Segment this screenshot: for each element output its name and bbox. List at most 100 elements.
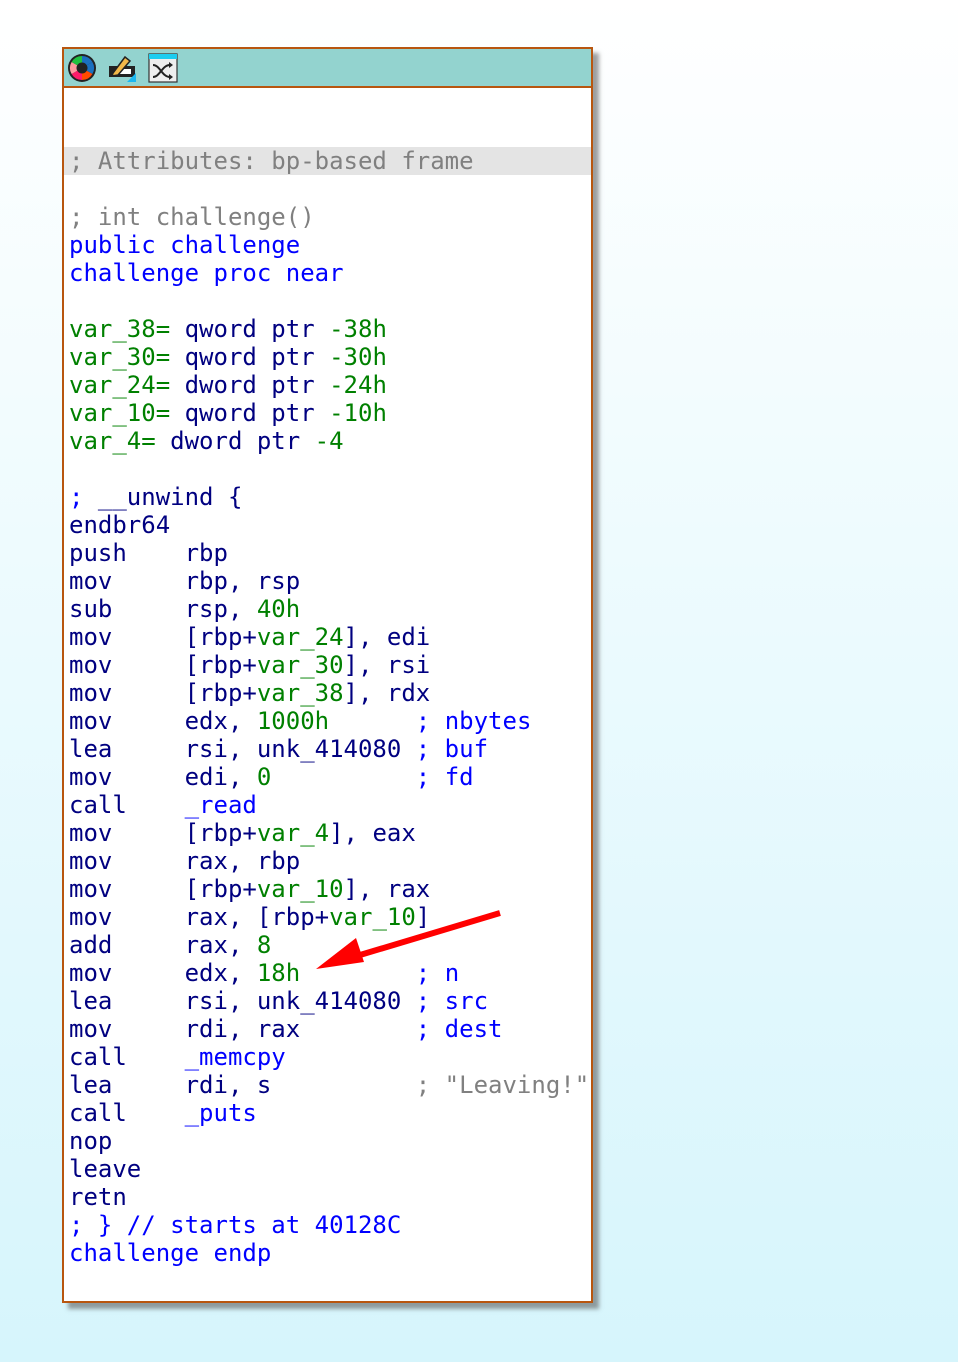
code-line[interactable]: call _puts xyxy=(64,1099,591,1127)
code-token: ; dest xyxy=(415,1015,503,1043)
code-line[interactable] xyxy=(64,119,591,147)
code-token: lea rsi, unk_414080 xyxy=(69,987,416,1015)
code-token: add rax, xyxy=(69,931,257,959)
code-token: 8 xyxy=(256,931,272,959)
code-token: -10h xyxy=(329,399,387,427)
code-line[interactable] xyxy=(64,455,591,483)
code-token: var_10 xyxy=(256,875,344,903)
code-token: mov rax, [rbp+ xyxy=(69,903,330,931)
code-token: ], rdx xyxy=(343,679,431,707)
code-line[interactable]: endbr64 xyxy=(64,511,591,539)
code-token: var_10= xyxy=(69,399,171,427)
code-token: dword ptr xyxy=(170,371,330,399)
code-token: mov [rbp+ xyxy=(69,679,257,707)
code-token: lea rdi, s xyxy=(69,1071,416,1099)
graph-node-challenge[interactable]: ; Attributes: bp-based frame ; int challe… xyxy=(62,47,593,1303)
code-token: push rbp xyxy=(69,539,228,567)
code-token: mov [rbp+ xyxy=(69,651,257,679)
code-line[interactable]: push rbp xyxy=(64,539,591,567)
code-token: ; int challenge() xyxy=(69,203,315,231)
disassembly-listing[interactable]: ; Attributes: bp-based frame ; int challe… xyxy=(64,91,591,1267)
code-token: 40h xyxy=(256,595,301,623)
code-token: mov [rbp+ xyxy=(69,875,257,903)
code-token: var_24= xyxy=(69,371,171,399)
code-line[interactable]: mov [rbp+var_38], rdx xyxy=(64,679,591,707)
code-line[interactable]: var_30= qword ptr -30h xyxy=(64,343,591,371)
code-line[interactable]: mov [rbp+var_10], rax xyxy=(64,875,591,903)
code-token: -38h xyxy=(329,315,387,343)
code-token: -4 xyxy=(314,427,344,455)
code-line[interactable]: var_24= dword ptr -24h xyxy=(64,371,591,399)
code-line[interactable]: var_4= dword ptr -4 xyxy=(64,427,591,455)
code-line[interactable]: mov rbp, rsp xyxy=(64,567,591,595)
code-line[interactable]: call _read xyxy=(64,791,591,819)
code-token: call xyxy=(69,1043,185,1071)
color-palette-icon[interactable] xyxy=(67,53,97,83)
code-token: ; nbytes xyxy=(415,707,532,735)
code-line[interactable]: public challenge xyxy=(64,231,591,259)
code-line[interactable]: var_10= qword ptr -10h xyxy=(64,399,591,427)
code-line[interactable]: mov [rbp+var_30], rsi xyxy=(64,651,591,679)
code-line[interactable]: lea rdi, s ; "Leaving!" xyxy=(64,1071,591,1099)
edit-rename-icon[interactable] xyxy=(107,53,137,83)
code-token: mov [rbp+ xyxy=(69,623,257,651)
code-token: challenge endp xyxy=(69,1239,272,1267)
code-token: ; xyxy=(69,483,84,511)
code-line[interactable]: var_38= qword ptr -38h xyxy=(64,315,591,343)
code-line[interactable]: retn xyxy=(64,1183,591,1211)
code-token: ], eax xyxy=(329,819,416,847)
code-token: challenge proc near xyxy=(69,259,344,287)
code-line[interactable]: ; Attributes: bp-based frame xyxy=(64,147,591,175)
code-token: _memcpy xyxy=(184,1043,286,1071)
code-line[interactable]: leave xyxy=(64,1155,591,1183)
code-token: qword ptr xyxy=(170,399,330,427)
code-line[interactable]: mov [rbp+var_4], eax xyxy=(64,819,591,847)
code-line[interactable]: mov [rbp+var_24], edi xyxy=(64,623,591,651)
code-token: ; buf xyxy=(415,735,489,763)
code-line[interactable]: sub rsp, 40h xyxy=(64,595,591,623)
code-token: sub rsp, xyxy=(69,595,257,623)
code-line[interactable]: mov edi, 0 ; fd xyxy=(64,763,591,791)
code-line[interactable]: mov edx, 18h ; n xyxy=(64,959,591,987)
code-token: ; } // starts at 40128C xyxy=(69,1211,402,1239)
code-line[interactable] xyxy=(64,287,591,315)
code-token: ], rsi xyxy=(343,651,431,679)
code-line[interactable]: nop xyxy=(64,1127,591,1155)
code-token: ; n xyxy=(415,959,460,987)
code-token: mov rbp, rsp xyxy=(69,567,301,595)
code-token: var_4 xyxy=(256,819,330,847)
code-line[interactable]: mov edx, 1000h ; nbytes xyxy=(64,707,591,735)
code-token: var_4= xyxy=(69,427,156,455)
code-line[interactable]: ; } // starts at 40128C xyxy=(64,1211,591,1239)
code-token: public challenge xyxy=(69,231,301,259)
code-token: qword ptr xyxy=(170,315,330,343)
code-token: 18h xyxy=(256,959,301,987)
code-token: mov edx, xyxy=(69,707,257,735)
code-line[interactable]: ; __unwind { xyxy=(64,483,591,511)
code-line[interactable]: mov rax, rbp xyxy=(64,847,591,875)
code-line[interactable] xyxy=(64,175,591,203)
code-token: retn xyxy=(69,1183,127,1211)
code-token: call xyxy=(69,791,185,819)
code-token: qword ptr xyxy=(170,343,330,371)
code-line[interactable]: ; int challenge() xyxy=(64,203,591,231)
code-line[interactable] xyxy=(64,91,591,119)
code-token: ] xyxy=(415,903,431,931)
code-token: -30h xyxy=(329,343,387,371)
code-line[interactable]: call _memcpy xyxy=(64,1043,591,1071)
code-line[interactable]: mov rax, [rbp+var_10] xyxy=(64,903,591,931)
code-line[interactable]: add rax, 8 xyxy=(64,931,591,959)
code-line[interactable]: challenge endp xyxy=(64,1239,591,1267)
code-line[interactable]: lea rsi, unk_414080 ; src xyxy=(64,987,591,1015)
code-token: __unwind { xyxy=(83,483,243,511)
code-token: ; Attributes: bp-based frame xyxy=(69,147,474,175)
code-token: nop xyxy=(69,1127,113,1155)
code-line[interactable]: challenge proc near xyxy=(64,259,591,287)
code-token: endbr64 xyxy=(69,511,171,539)
graph-layout-icon[interactable] xyxy=(148,53,178,83)
code-line[interactable]: mov rdi, rax ; dest xyxy=(64,1015,591,1043)
code-line[interactable]: lea rsi, unk_414080 ; buf xyxy=(64,735,591,763)
